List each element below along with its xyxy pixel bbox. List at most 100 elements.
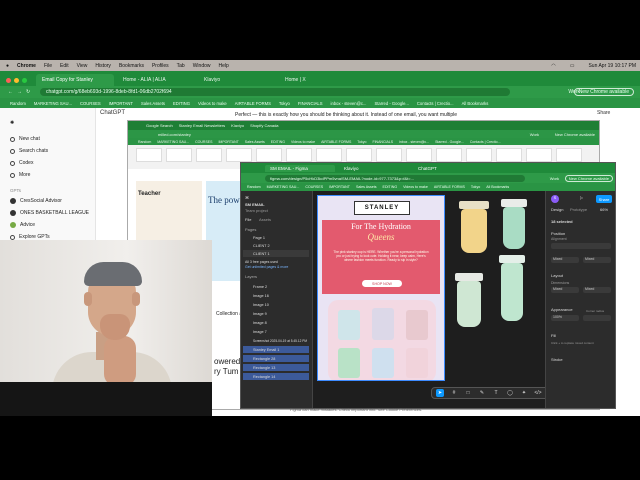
battery-icon[interactable]: ▭ [570, 63, 575, 69]
menu-tab[interactable]: Tab [177, 63, 185, 69]
menu-help[interactable]: Help [219, 63, 229, 69]
forward-icon[interactable]: → [17, 89, 22, 95]
page-item[interactable]: Page 1 [243, 234, 309, 241]
menu-history[interactable]: History [95, 63, 111, 69]
bookmark[interactable]: Videos to make [403, 185, 428, 189]
x-position-field[interactable]: Mixed [551, 257, 579, 263]
code-tool-icon[interactable]: </> [534, 389, 542, 397]
product-image[interactable] [372, 348, 394, 378]
codex-button[interactable]: Codex [10, 160, 33, 166]
clock[interactable]: Sun Apr 19 10:17 PM [588, 63, 636, 69]
design-tab[interactable]: Design [551, 207, 563, 212]
layer-row-selected[interactable]: Rectangle 13 [243, 364, 309, 371]
alignment-controls[interactable] [551, 243, 611, 249]
menu-bookmarks[interactable]: Bookmarks [119, 63, 144, 69]
tumbler-white[interactable] [457, 281, 481, 327]
newsletter-thumbnail[interactable] [286, 148, 312, 162]
figma-file-name[interactable]: SM EMAIL [245, 202, 265, 207]
figma-url[interactable]: figma.com/design/P5cHkD3kdPPm5vna/SM-EMA… [265, 174, 525, 182]
newsletter-thumbnail[interactable] [346, 148, 372, 162]
figma-canvas[interactable]: STANLEY For The Hydration Queens The pin… [313, 191, 575, 408]
bookmark[interactable]: Videos to make [291, 140, 315, 144]
chatgpt-share-button[interactable]: Share [597, 110, 610, 116]
corner-radius-field[interactable] [583, 315, 611, 321]
gpt-item[interactable]: ONES BASKETBALL LEAGUE [10, 210, 89, 216]
bookmark[interactable]: All Bookmarks [462, 101, 489, 106]
layer-row[interactable]: Frame 2 [243, 283, 309, 290]
newsletter-thumbnail[interactable] [376, 148, 402, 162]
wifi-icon[interactable]: ◠ [551, 63, 555, 69]
rectangle-tool-icon[interactable]: □ [464, 389, 472, 397]
layer-row-selected[interactable]: Rectangle 28 [243, 355, 309, 362]
menu-file[interactable]: File [44, 63, 52, 69]
pen-tool-icon[interactable]: ✎ [478, 389, 486, 397]
tab-klaviyo[interactable]: Klaviyo [231, 123, 244, 128]
bookmark[interactable]: MARKETING SAU... [157, 140, 189, 144]
win2-profile[interactable]: Work [530, 132, 539, 137]
newsletter-thumbnail[interactable] [136, 148, 162, 162]
chatgpt-title[interactable]: ChatGPT [100, 110, 125, 116]
win2-url[interactable]: milled.com/stanley [158, 132, 191, 137]
product-image[interactable] [338, 310, 360, 340]
figma-share-button[interactable]: Share [596, 195, 612, 203]
bookmark[interactable]: Tokyo [471, 185, 480, 189]
bookmark[interactable]: AIRTABLE FORMS [235, 101, 271, 106]
menu-chrome[interactable]: Chrome [17, 63, 36, 69]
figma-menu-icon[interactable]: ⌘ [245, 195, 249, 200]
apple-icon[interactable]: ● [6, 63, 9, 69]
newsletter-thumbnail[interactable] [226, 148, 252, 162]
page-item-active[interactable]: CLIENT 1 [243, 250, 309, 257]
opacity-field[interactable]: 100% [551, 315, 579, 321]
chatgpt-logo-icon[interactable]: ✺ [10, 120, 14, 126]
actions-tool-icon[interactable]: ✦ [520, 389, 528, 397]
bookmark[interactable]: Contacts | Crectio... [470, 140, 501, 144]
layer-row-selected[interactable]: Stanley Email 1 [243, 346, 309, 353]
prototype-tab[interactable]: Prototype [570, 207, 587, 212]
upgrade-link[interactable]: Get unlimited pages & more [245, 265, 288, 269]
product-image[interactable] [406, 348, 428, 378]
tab-alia[interactable]: Home - ALIA | ALIA [117, 74, 195, 86]
comment-tool-icon[interactable]: ◯ [506, 389, 514, 397]
layer-row[interactable]: Image 7 [243, 328, 309, 335]
bookmark[interactable]: Sales Assets [245, 140, 265, 144]
search-chats-button[interactable]: Search chats [10, 148, 48, 154]
zoom-window-icon[interactable] [22, 78, 27, 83]
panel-tab-file[interactable]: File [245, 217, 251, 222]
newsletter-thumbnail[interactable] [526, 148, 552, 162]
bookmark[interactable]: AIRTABLE FORMS [321, 140, 351, 144]
layer-row-selected[interactable]: Rectangle 14 [243, 373, 309, 380]
bookmark[interactable]: FINANCIALS [372, 140, 393, 144]
bookmark[interactable]: FINANCIALS [298, 101, 323, 106]
bookmark[interactable]: IMPORTANT [218, 140, 238, 144]
product-image[interactable] [338, 348, 360, 378]
tab-x[interactable]: Home | X [279, 74, 357, 86]
tumbler-mint[interactable] [503, 207, 525, 249]
gpt-item[interactable]: Advice [10, 222, 35, 228]
layer-row[interactable]: Image 16 [243, 292, 309, 299]
menu-view[interactable]: View [77, 63, 88, 69]
bookmark[interactable]: Random [10, 101, 26, 106]
more-button[interactable]: More [10, 172, 30, 178]
bookmark[interactable]: Contacts | Crectio... [417, 101, 454, 106]
win2-update-button[interactable]: New Chrome available [555, 132, 595, 137]
tab-chatgpt[interactable]: ChatGPT [413, 165, 483, 172]
tab-sm-email-figma[interactable]: SM EMAIL - Figma [265, 164, 335, 172]
gpt-item[interactable]: CresSocial Advisor [10, 198, 62, 204]
bookmark[interactable]: inbox - steven@c... [331, 101, 367, 106]
newsletter-thumbnail[interactable] [556, 148, 582, 162]
newsletter-thumbnail[interactable] [196, 148, 222, 162]
newsletter-thumbnail[interactable] [406, 148, 432, 162]
bookmark[interactable]: Tokyo [279, 101, 290, 106]
tumbler-yellow[interactable] [461, 209, 487, 253]
zoom-level[interactable]: 66% [600, 207, 608, 212]
figma-update-button[interactable]: New Chrome available [564, 174, 613, 182]
bookmark[interactable]: Starred - Google... [435, 140, 464, 144]
tab-shopify[interactable]: Shopify Canada [250, 123, 278, 128]
layer-row[interactable]: Image 9 [243, 310, 309, 317]
tab-google-search[interactable]: Google Search [146, 123, 173, 128]
page-item[interactable]: CLIENT 2 [243, 242, 309, 249]
product-image[interactable] [406, 310, 428, 340]
newsletter-thumbnail[interactable] [496, 148, 522, 162]
play-icon[interactable]: ▷ [580, 195, 583, 200]
bookmark[interactable]: MARKETING SAU... [34, 101, 72, 106]
